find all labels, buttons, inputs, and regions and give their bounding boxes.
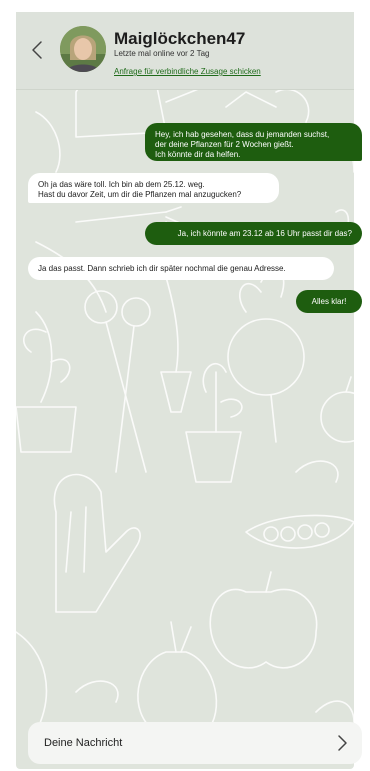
message-line: Ich könnte dir da helfen. <box>155 150 241 159</box>
message-line: Hast du davor Zeit, um dir die Pflanzen … <box>38 190 242 199</box>
message-line: Hey, ich hab gesehen, dass du jemanden s… <box>155 130 330 139</box>
chevron-right-icon[interactable] <box>336 734 348 752</box>
message-input-placeholder: Deine Nachricht <box>44 737 123 749</box>
message-outgoing: Ja, ich könnte am 23.12 ab 16 Uhr passt … <box>145 222 362 245</box>
avatar[interactable] <box>60 26 106 72</box>
message-outgoing: Alles klar! <box>296 290 362 313</box>
profile-photo <box>60 26 106 72</box>
last-online-status: Letzte mal online vor 2 Tag <box>114 49 210 58</box>
message-incoming: Oh ja das wäre toll. Ich bin ab dem 25.1… <box>28 173 279 203</box>
chevron-left-icon[interactable] <box>30 39 44 61</box>
contact-name: Maiglöckchen47 <box>114 29 246 48</box>
message-line: Oh ja das wäre toll. Ich bin ab dem 25.1… <box>38 180 205 189</box>
message-incoming: Ja das passt. Dann schrieb ich dir späte… <box>28 257 334 280</box>
message-outgoing: Hey, ich hab gesehen, dass du jemanden s… <box>145 123 362 161</box>
message-line: der deine Pflanzen für 2 Wochen gießt. <box>155 140 294 149</box>
chat-screen: Maiglöckchen47 Letzte mal online vor 2 T… <box>0 0 370 771</box>
chat-header: Maiglöckchen47 Letzte mal online vor 2 T… <box>16 12 354 90</box>
commitment-request-link[interactable]: Anfrage für verbindliche Zusage schicken <box>114 67 261 76</box>
message-input[interactable]: Deine Nachricht <box>28 722 362 764</box>
